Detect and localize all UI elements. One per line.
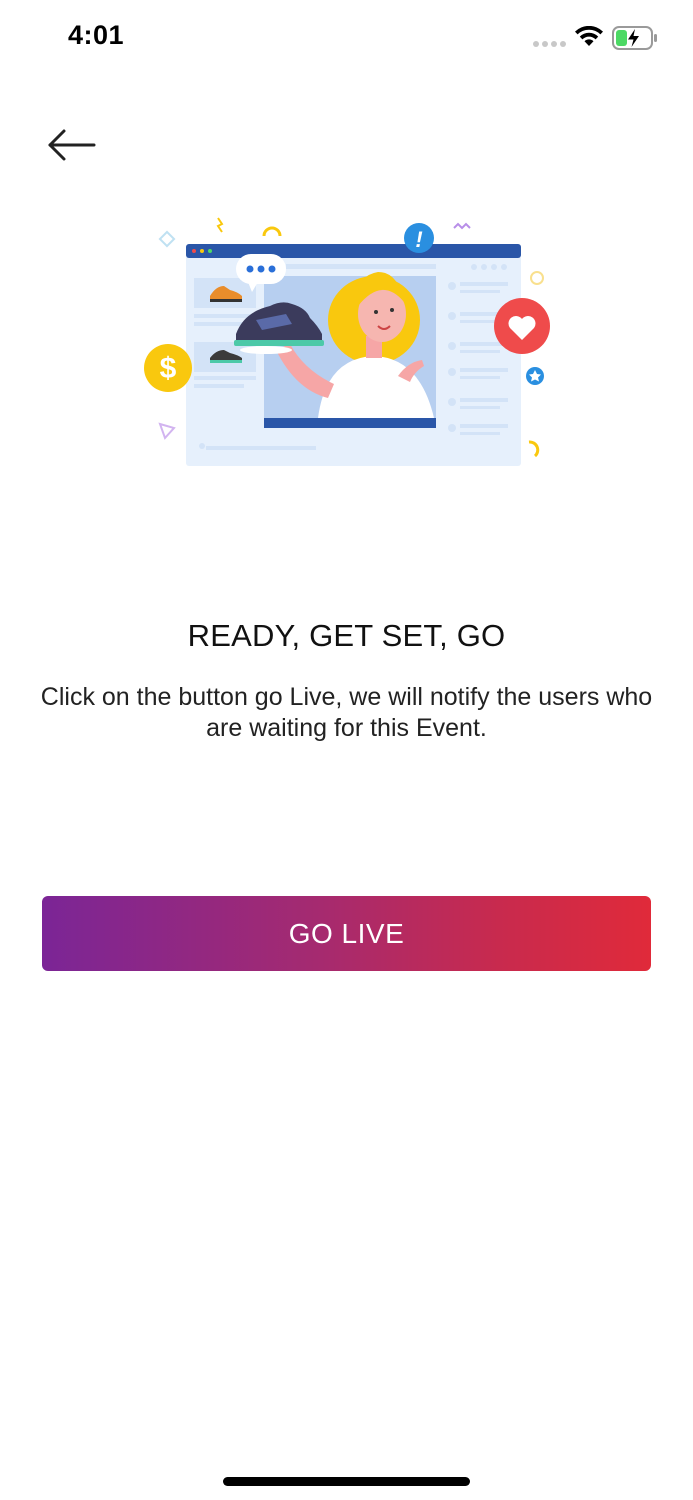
triangle-decoration [158, 422, 176, 440]
page-title: READY, GET SET, GO [187, 618, 506, 653]
status-time: 4:01 [68, 20, 125, 50]
wifi-icon [575, 26, 603, 46]
arc-decoration [262, 226, 282, 237]
svg-text:$: $ [160, 352, 177, 385]
go-live-label: GO LIVE [288, 917, 405, 949]
svg-text:!: ! [415, 227, 422, 252]
diamond-decoration [158, 230, 176, 248]
signal-dots-icon [533, 41, 566, 47]
ring-decoration [530, 271, 544, 285]
back-button[interactable] [44, 124, 100, 166]
page-description: Click on the button go Live, we will not… [40, 683, 653, 742]
arc-decoration-2 [528, 440, 540, 458]
zigzag-decoration [453, 222, 471, 230]
browser-titlebar [186, 244, 521, 258]
squiggle-decoration [216, 217, 224, 233]
home-indicator[interactable] [223, 1477, 470, 1486]
status-bar: 4:01 [0, 0, 693, 80]
battery-charging-icon [612, 26, 657, 50]
go-live-button[interactable]: GO LIVE [42, 896, 651, 971]
arrow-left-icon [48, 129, 96, 161]
live-shopping-illustration: $ ! [144, 217, 550, 466]
